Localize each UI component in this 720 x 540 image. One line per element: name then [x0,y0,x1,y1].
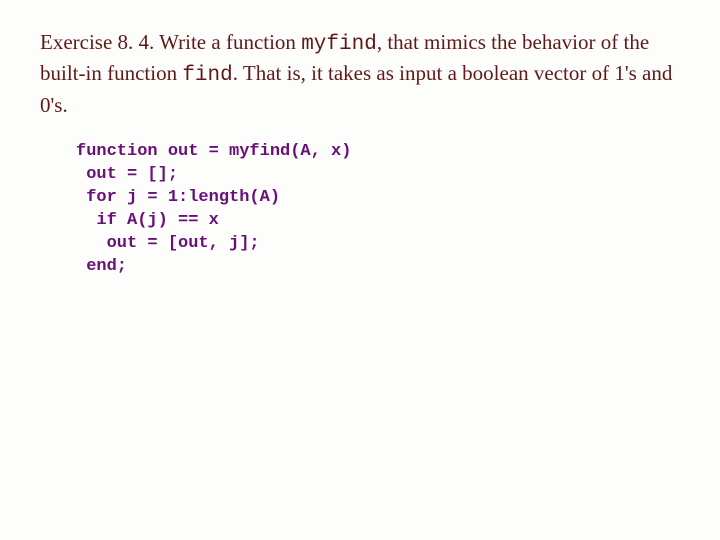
exercise-label: Exercise 8. 4. [40,30,154,54]
function-name-find: find [182,64,232,87]
exercise-prompt: Exercise 8. 4. Write a function myfind, … [40,28,680,119]
slide-container: Exercise 8. 4. Write a function myfind, … [0,0,720,299]
code-line: for j = 1:length(A) [76,187,680,210]
code-block: function out = myfind(A, x) out = []; fo… [76,141,680,279]
function-name-myfind: myfind [301,33,377,56]
code-line: if A(j) == x [76,210,680,233]
exercise-text-1: Write a function [154,30,301,54]
code-line: out = []; [76,164,680,187]
code-line: out = [out, j]; [76,233,680,256]
code-line: end; [76,256,680,279]
code-line: function out = myfind(A, x) [76,141,680,164]
